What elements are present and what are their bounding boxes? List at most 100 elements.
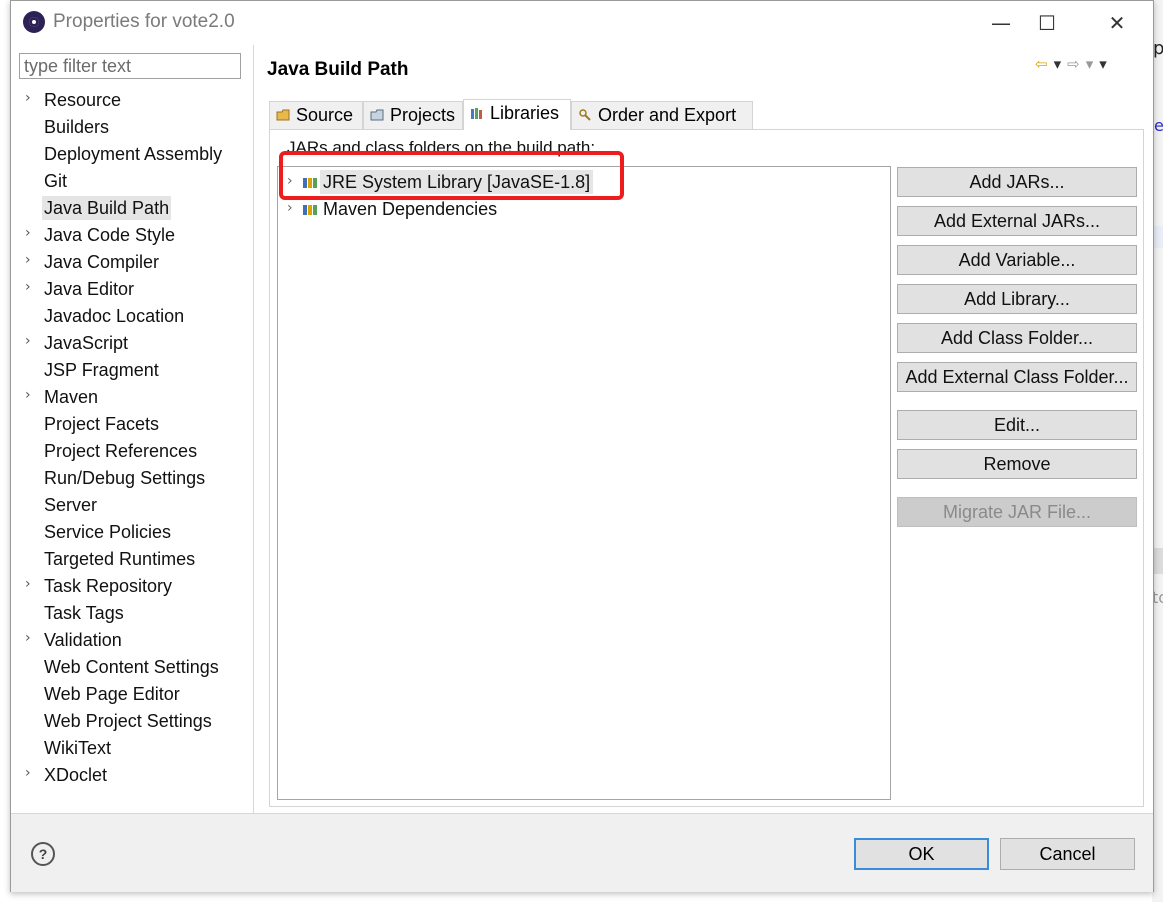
tree-item[interactable]: Project Facets <box>11 410 253 437</box>
page-title: Java Build Path <box>267 59 409 80</box>
chevron-right-icon[interactable]: › <box>25 333 31 349</box>
chevron-right-icon[interactable]: › <box>25 765 31 781</box>
libraries-icon <box>471 108 482 119</box>
title-bar: Properties for vote2.0 — ☐ ✕ <box>11 1 1153 45</box>
tree-item[interactable]: › Java Compiler <box>11 248 253 275</box>
properties-dialog: Properties for vote2.0 — ☐ ✕ › Resource Bu… <box>10 0 1154 892</box>
tree-item-label: Web Content Settings <box>44 657 219 677</box>
tree-item-label: Server <box>44 495 98 515</box>
tree-item-label: Java Compiler <box>44 252 160 272</box>
tree-item[interactable]: Run/Debug Settings <box>11 464 253 491</box>
tree-item-label: Git <box>44 171 68 191</box>
tab-label: Libraries <box>490 103 560 123</box>
cancel-button[interactable]: Cancel <box>1000 838 1135 870</box>
view-menu-icon[interactable]: ▾ <box>1099 55 1107 73</box>
chevron-right-icon[interactable]: › <box>287 200 293 216</box>
ok-button[interactable]: OK <box>854 838 989 870</box>
library-entry[interactable]: › JRE System Library [JavaSE-1.8] <box>278 169 890 195</box>
tab-label: Order and Export <box>598 105 737 125</box>
back-menu-chevron-icon[interactable]: ▾ <box>1054 55 1062 73</box>
tree-item[interactable]: Deployment Assembly <box>11 140 253 167</box>
tree-item[interactable]: › Task Repository <box>11 572 253 599</box>
tree-item[interactable]: Targeted Runtimes <box>11 545 253 572</box>
tree-item[interactable]: Javadoc Location <box>11 302 253 329</box>
library-entry-label: JRE System Library [JavaSE-1.8] <box>320 170 594 194</box>
tree-item-label: Java Code Style <box>44 225 176 245</box>
tree-item[interactable]: Web Page Editor <box>11 680 253 707</box>
library-entry[interactable]: › Maven Dependencies <box>278 196 890 222</box>
property-nav-pane: › Resource Builders Deployment Assembly Git J… <box>11 45 254 813</box>
remove-button[interactable]: Remove <box>897 449 1137 479</box>
page-navigation: ⇦ ▾ ⇨ ▾ ▾ <box>1035 55 1113 73</box>
chevron-right-icon[interactable]: › <box>25 90 31 106</box>
library-tree[interactable]: › JRE System Library [JavaSE-1.8] › Maven D… <box>277 166 891 800</box>
tree-item-label: Web Project Settings <box>44 711 212 731</box>
help-icon[interactable]: ? <box>31 842 55 866</box>
tree-item-label: Javadoc Location <box>44 306 185 326</box>
tree-item-label: Java Build Path <box>42 196 172 220</box>
eclipse-app-icon <box>23 11 45 33</box>
add-external-class-folder-button[interactable]: Add External Class Folder... <box>897 362 1137 392</box>
tree-item[interactable]: › Java Editor <box>11 275 253 302</box>
add-jars-button[interactable]: Add JARs... <box>897 167 1137 197</box>
tree-item-label: JavaScript <box>44 333 129 353</box>
tab-source[interactable]: Source <box>269 101 363 129</box>
tree-item[interactable]: Web Content Settings <box>11 653 253 680</box>
chevron-right-icon[interactable]: › <box>25 387 31 403</box>
add-library-button[interactable]: Add Library... <box>897 284 1137 314</box>
tab-label: Source <box>296 105 354 125</box>
tab-label: Projects <box>390 105 456 125</box>
tree-item[interactable]: › Resource <box>11 86 253 113</box>
forward-arrow-icon[interactable]: ⇨ <box>1067 55 1080 73</box>
tree-item-label: Task Repository <box>44 576 173 596</box>
chevron-right-icon[interactable]: › <box>287 173 293 189</box>
tree-item[interactable]: › Maven <box>11 383 253 410</box>
chevron-right-icon[interactable]: › <box>25 252 31 268</box>
tree-item[interactable]: Project References <box>11 437 253 464</box>
minimize-button[interactable]: — <box>979 7 1023 39</box>
source-folder-icon <box>276 109 290 121</box>
maximize-button[interactable]: ☐ <box>1025 7 1069 39</box>
tree-item-label: Targeted Runtimes <box>44 549 196 569</box>
tree-item[interactable]: Server <box>11 491 253 518</box>
tree-item-label: WikiText <box>44 738 111 758</box>
tree-item[interactable]: Web Project Settings <box>11 707 253 734</box>
tab-libraries[interactable]: Libraries <box>463 99 571 130</box>
tree-item[interactable]: › Validation <box>11 626 253 653</box>
tree-item[interactable]: Java Build Path <box>11 194 253 221</box>
add-external-jars-button[interactable]: Add External JARs... <box>897 206 1137 236</box>
tab-order-and-export[interactable]: Order and Export <box>571 101 753 129</box>
tree-item[interactable]: Service Policies <box>11 518 253 545</box>
window-title: Properties for vote2.0 <box>53 11 235 32</box>
chevron-right-icon[interactable]: › <box>25 630 31 646</box>
tree-item[interactable]: › Java Code Style <box>11 221 253 248</box>
tree-item-label: Run/Debug Settings <box>44 468 206 488</box>
close-button[interactable]: ✕ <box>1095 7 1139 39</box>
add-variable-button[interactable]: Add Variable... <box>897 245 1137 275</box>
tree-item[interactable]: Git <box>11 167 253 194</box>
tab-projects[interactable]: Projects <box>363 101 463 129</box>
tree-item[interactable]: Task Tags <box>11 599 253 626</box>
chevron-right-icon[interactable]: › <box>25 225 31 241</box>
tree-item[interactable]: › XDoclet <box>11 761 253 788</box>
tree-item-label: Task Tags <box>44 603 124 623</box>
edit-button[interactable]: Edit... <box>897 410 1137 440</box>
filter-input[interactable] <box>19 53 241 79</box>
tree-item[interactable]: › JavaScript <box>11 329 253 356</box>
forward-menu-chevron-icon[interactable]: ▾ <box>1086 55 1094 73</box>
tree-item-label: Maven <box>44 387 99 407</box>
add-class-folder-button[interactable]: Add Class Folder... <box>897 323 1137 353</box>
build-path-label: JARs and class folders on the build path… <box>287 138 596 157</box>
projects-icon <box>370 109 384 121</box>
tree-item-label: XDoclet <box>44 765 108 785</box>
chevron-right-icon[interactable]: › <box>25 576 31 592</box>
background-editor-fragment: p <box>1153 38 1163 59</box>
tree-item[interactable]: WikiText <box>11 734 253 761</box>
chevron-right-icon[interactable]: › <box>25 279 31 295</box>
order-export-icon <box>579 109 591 121</box>
tree-item[interactable]: Builders <box>11 113 253 140</box>
library-entry-label: Maven Dependencies <box>323 199 498 219</box>
tree-item-label: Resource <box>44 90 122 110</box>
tree-item[interactable]: JSP Fragment <box>11 356 253 383</box>
back-arrow-icon[interactable]: ⇦ <box>1035 55 1048 73</box>
